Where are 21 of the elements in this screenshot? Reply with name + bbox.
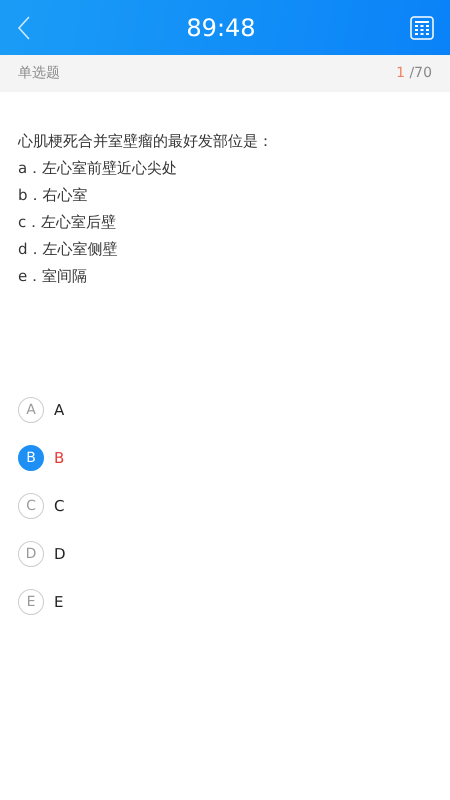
timer: 89:48: [186, 12, 256, 44]
answer-option[interactable]: C C: [18, 482, 432, 530]
choice-text: a．左心室前壁近心尖处: [18, 158, 178, 179]
question-type: 单选题: [18, 64, 60, 83]
back-button[interactable]: [16, 14, 32, 40]
question-counter: 1 /70: [396, 64, 432, 83]
answer-option[interactable]: E E: [18, 578, 432, 626]
answer-option[interactable]: D D: [18, 530, 432, 578]
choice-text: b．右心室: [18, 185, 89, 206]
question-text: 心肌梗死合并室壁瘤的最好发部位是：: [18, 131, 274, 152]
option-letter: E: [18, 589, 44, 615]
option-letter: B: [18, 445, 44, 471]
answer-option[interactable]: A A: [18, 386, 432, 434]
answer-sheet-button[interactable]: [410, 16, 434, 40]
choice-text: e．室间隔: [18, 266, 88, 287]
option-letter: D: [18, 541, 44, 567]
option-letter: A: [18, 397, 44, 423]
choice-text: d．左心室侧壁: [18, 239, 119, 260]
choice-text: c．左心室后壁: [18, 212, 118, 233]
option-letter: C: [18, 493, 44, 519]
answer-option[interactable]: B B: [18, 434, 432, 482]
